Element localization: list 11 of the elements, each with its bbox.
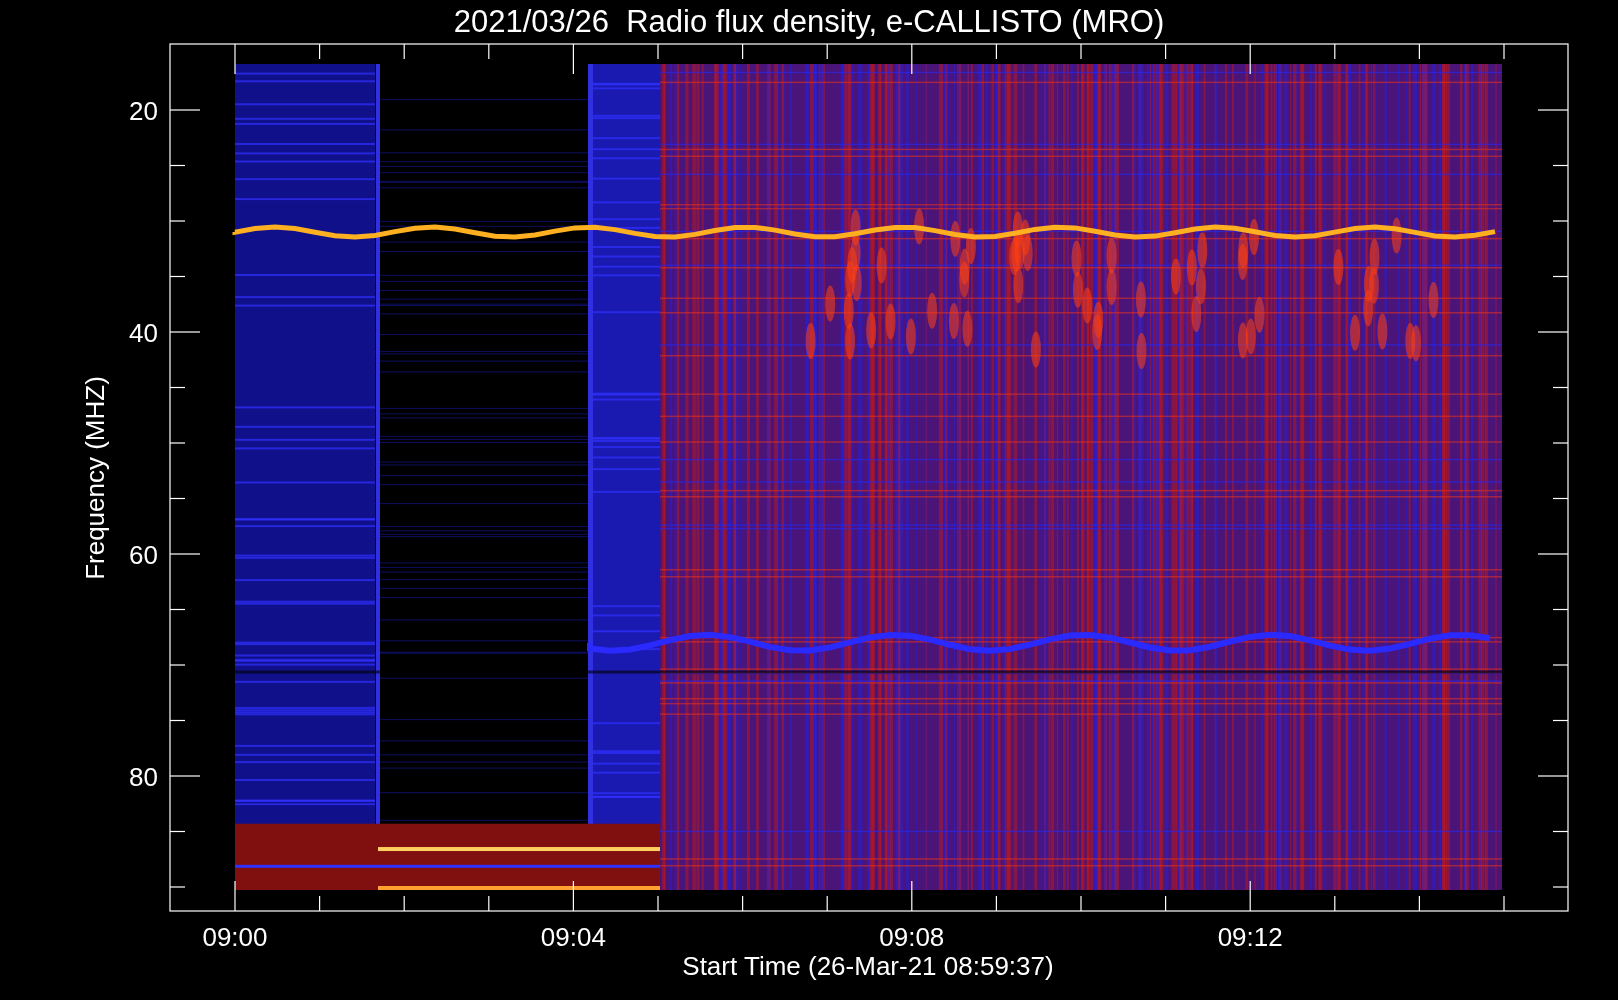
x-tick-label: 09:12 [1217, 922, 1283, 952]
x-axis-label: Start Time (26-Mar-21 08:59:37) [682, 951, 1054, 981]
y-tick-label: 80 [129, 762, 158, 792]
chart-title: 2021/03/26 Radio flux density, e-CALLISTO (MRO) [453, 4, 1165, 39]
x-tick-label: 09:04 [540, 922, 606, 952]
x-tick-label: 09:08 [879, 922, 945, 952]
y-tick-label: 40 [129, 318, 158, 348]
x-tick-label: 09:00 [202, 922, 268, 952]
y-tick-label: 20 [129, 96, 158, 126]
y-axis-label: Frequency (MHZ) [80, 376, 110, 580]
y-tick-label: 60 [129, 540, 158, 570]
